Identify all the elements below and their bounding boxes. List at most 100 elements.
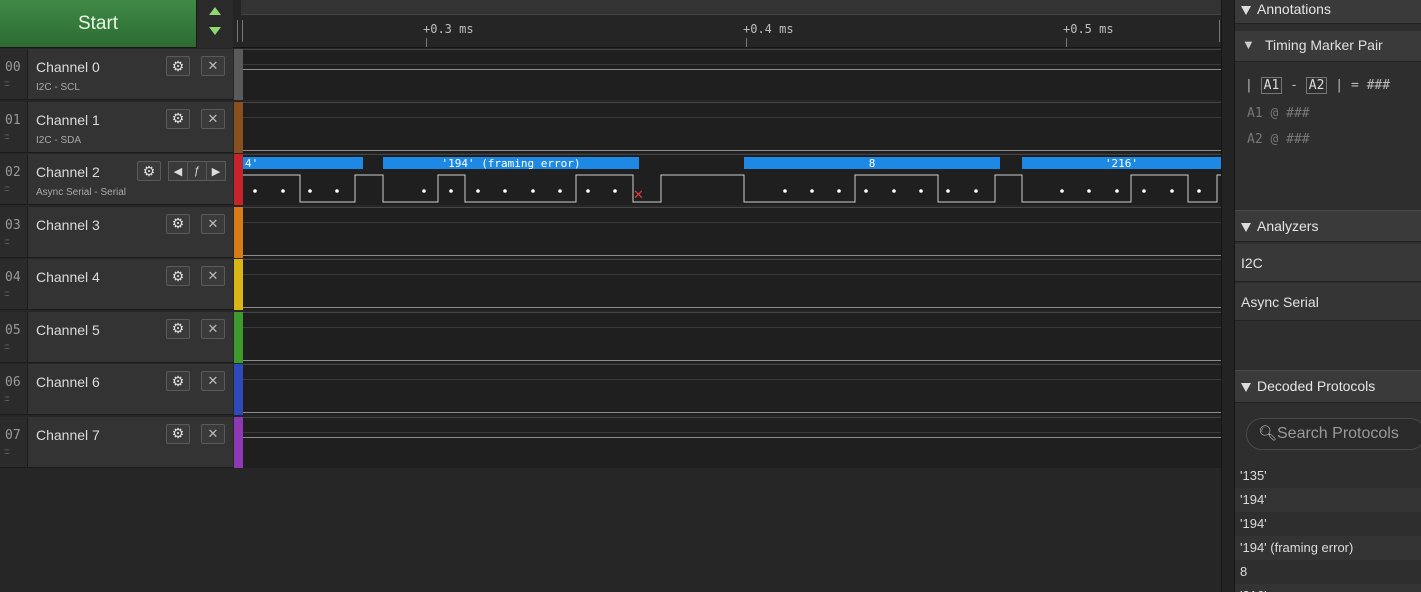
channel-row-6[interactable]: 06:::: Channel 6 ⚙ ✕ xyxy=(0,364,233,415)
lane-channel-3[interactable] xyxy=(243,206,1221,258)
sample-dot xyxy=(531,189,535,193)
channel-name[interactable]: Channel 5 xyxy=(36,322,100,338)
sample-dot xyxy=(837,189,841,193)
close-icon[interactable]: ✕ xyxy=(201,266,225,286)
lane-channel-7[interactable] xyxy=(243,416,1221,468)
tick-label: +0.5 ms xyxy=(1063,22,1114,36)
waveform-area[interactable]: 4' '194' (framing error) 8 '216' ✕ xyxy=(243,49,1221,469)
decoded-frame[interactable] xyxy=(243,157,363,169)
channel-name[interactable]: Channel 3 xyxy=(36,217,100,233)
decoded-frame-label: 4' xyxy=(245,157,258,170)
right-sidebar: Annotations ▼ Timing Marker Pair | A1 - … xyxy=(1235,0,1421,592)
channel-name[interactable]: Channel 0 xyxy=(36,59,100,75)
drag-grip-icon[interactable]: :::: xyxy=(4,289,10,298)
close-icon[interactable]: ✕ xyxy=(201,56,225,76)
gear-icon[interactable]: ⚙ xyxy=(166,423,190,444)
list-item[interactable]: '194' xyxy=(1235,512,1421,536)
decoded-frame-label: '216' xyxy=(1105,157,1138,170)
signal-line xyxy=(243,359,1221,361)
channel-name[interactable]: Channel 4 xyxy=(36,269,100,285)
analyzer-item[interactable]: Async Serial xyxy=(1235,283,1421,321)
close-icon[interactable]: ✕ xyxy=(201,423,225,444)
gear-icon[interactable]: ⚙ xyxy=(137,161,161,181)
trigger-controls[interactable]: ◀ ƒ ▶ xyxy=(168,161,226,181)
timing-marker-pair[interactable]: ▼ Timing Marker Pair xyxy=(1235,31,1421,62)
lane-channel-1[interactable] xyxy=(243,101,1221,153)
channel-row-1[interactable]: 01:::: Channel 1 I2C - SDA ⚙ ✕ xyxy=(0,101,233,153)
lane-channel-6[interactable] xyxy=(243,364,1221,415)
channel-row-4[interactable]: 04:::: Channel 4 ⚙ ✕ xyxy=(0,259,233,310)
drag-grip-icon[interactable]: :::: xyxy=(4,447,10,456)
tick-label: +0.3 ms xyxy=(423,22,474,36)
gear-icon[interactable]: ⚙ xyxy=(166,108,190,129)
drag-grip-icon[interactable]: :::: xyxy=(4,394,10,403)
search-input[interactable]: 🔍︎ Search Protocols xyxy=(1246,418,1421,450)
channel-name[interactable]: Channel 6 xyxy=(36,374,100,390)
timeline-overview[interactable] xyxy=(241,0,1225,15)
gear-icon[interactable]: ⚙ xyxy=(166,56,190,76)
lane-channel-0[interactable] xyxy=(243,49,1221,100)
channel-row-5[interactable]: 05:::: Channel 5 ⚙ ✕ xyxy=(0,311,233,363)
sample-dot xyxy=(586,189,590,193)
drag-grip-icon[interactable]: :::: xyxy=(4,237,10,246)
sample-dot xyxy=(783,189,787,193)
speed-arrows[interactable] xyxy=(196,0,233,48)
channel-color-strip xyxy=(234,101,243,153)
lane-channel-2[interactable]: 4' '194' (framing error) 8 '216' ✕ xyxy=(243,154,1221,205)
sample-dot xyxy=(946,189,950,193)
serial-waveform[interactable]: 4' '194' (framing error) 8 '216' ✕ xyxy=(243,155,1221,206)
falling-edge-icon[interactable]: ƒ xyxy=(188,162,207,180)
channel-name[interactable]: Channel 1 xyxy=(36,112,100,128)
drag-grip-icon[interactable]: :::: xyxy=(4,79,10,88)
close-icon[interactable]: ✕ xyxy=(201,318,225,339)
list-item[interactable]: 8 xyxy=(1235,560,1421,584)
tick-label: +0.4 ms xyxy=(743,22,794,36)
close-icon[interactable]: ✕ xyxy=(201,213,225,234)
gear-icon[interactable]: ⚙ xyxy=(166,371,190,391)
next-edge-icon[interactable]: ▶ xyxy=(207,162,225,180)
channel-row-2[interactable]: 02:::: Channel 2 Async Serial - Serial ⚙… xyxy=(0,154,233,205)
gear-icon[interactable]: ⚙ xyxy=(166,213,190,234)
start-button[interactable]: Start xyxy=(0,0,196,48)
channel-name[interactable]: Channel 2 xyxy=(36,164,100,180)
close-icon[interactable]: ✕ xyxy=(201,108,225,129)
channel-name[interactable]: Channel 7 xyxy=(36,427,100,443)
drag-grip-icon[interactable]: :::: xyxy=(4,132,10,141)
drag-grip-icon[interactable]: :::: xyxy=(4,184,10,193)
arrow-down-icon[interactable] xyxy=(209,27,221,35)
decoded-protocols-header[interactable]: Decoded Protocols xyxy=(1235,370,1421,403)
analyzer-item[interactable]: I2C xyxy=(1235,244,1421,282)
pin-icon[interactable]: ▼ xyxy=(1242,37,1255,52)
list-item[interactable]: '216' xyxy=(1235,584,1421,592)
analyzers-header[interactable]: Analyzers xyxy=(1235,210,1421,242)
collapse-icon[interactable] xyxy=(1241,222,1251,232)
collapse-icon[interactable] xyxy=(1241,382,1251,392)
left-handle[interactable] xyxy=(237,20,243,42)
signal-waveform xyxy=(243,174,1221,203)
annotations-header[interactable]: Annotations xyxy=(1235,0,1421,24)
sample-dot xyxy=(810,189,814,193)
sample-dot xyxy=(253,189,257,193)
timeline-ruler[interactable]: +0.3 ms +0.4 ms +0.5 ms xyxy=(233,0,1225,48)
arrow-up-icon[interactable] xyxy=(209,7,221,15)
gear-icon[interactable]: ⚙ xyxy=(166,318,190,339)
channel-color-strip xyxy=(234,416,243,468)
lane-channel-4[interactable] xyxy=(243,259,1221,310)
list-item[interactable]: '194' xyxy=(1235,488,1421,512)
channel-row-0[interactable]: 00:::: Channel 0 I2C - SCL ⚙ ✕ xyxy=(0,49,233,100)
list-item[interactable]: '135' xyxy=(1235,464,1421,488)
sample-dot xyxy=(1170,189,1174,193)
prev-edge-icon[interactable]: ◀ xyxy=(169,162,188,180)
gear-icon[interactable]: ⚙ xyxy=(166,266,190,286)
drag-grip-icon[interactable]: :::: xyxy=(4,342,10,351)
lane-channel-5[interactable] xyxy=(243,311,1221,363)
sample-dot xyxy=(503,189,507,193)
list-item[interactable]: '194' (framing error) xyxy=(1235,536,1421,560)
close-icon[interactable]: ✕ xyxy=(201,371,225,391)
channel-row-7[interactable]: 07:::: Channel 7 ⚙ ✕ xyxy=(0,416,233,468)
panel-splitter[interactable] xyxy=(1221,0,1235,592)
decoded-frame-label: 8 xyxy=(869,157,876,170)
collapse-icon[interactable] xyxy=(1241,5,1251,15)
channel-row-3[interactable]: 03:::: Channel 3 ⚙ ✕ xyxy=(0,206,233,258)
sample-dot xyxy=(1142,189,1146,193)
